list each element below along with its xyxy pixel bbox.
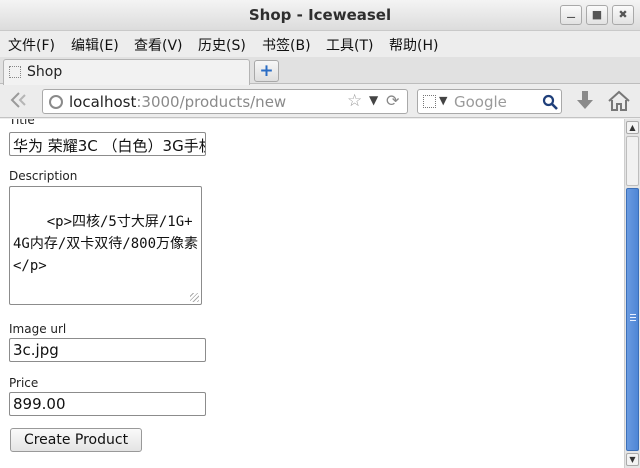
description-textarea[interactable]: <p>四核/5寸大屏/1G+4G内存/双卡双待/800万像素 </p> xyxy=(9,186,202,305)
scroll-thumb[interactable] xyxy=(626,188,639,451)
bookmark-star-icon[interactable]: ☆ xyxy=(347,91,362,111)
home-button[interactable] xyxy=(606,89,634,113)
image-url-input[interactable]: 3c.jpg xyxy=(9,338,206,362)
scroll-track-top[interactable] xyxy=(626,136,639,186)
menu-view[interactable]: 查看(V) xyxy=(134,35,183,55)
title-input[interactable]: 华为 荣耀3C （白色）3G手机 xyxy=(9,132,206,156)
price-input[interactable]: 899.00 xyxy=(9,392,206,416)
navigation-toolbar: localhost:3000/products/new ☆ ▼ ⟳ ▼ Goog… xyxy=(0,85,640,118)
url-path: :3000/products/new xyxy=(136,93,287,111)
history-dropdown-icon[interactable]: ▼ xyxy=(369,93,378,107)
scroll-grip-icon xyxy=(630,314,636,322)
search-bar[interactable]: ▼ Google xyxy=(417,89,562,114)
scroll-up-button[interactable]: ▲ xyxy=(626,121,639,134)
vertical-scrollbar[interactable]: ▲ ▼ xyxy=(624,119,640,468)
back-button[interactable] xyxy=(6,89,34,113)
minimize-button[interactable]: ⚊ xyxy=(560,5,582,25)
scroll-down-button[interactable]: ▼ xyxy=(626,453,639,466)
description-text: <p>四核/5寸大屏/1G+4G内存/双卡双待/800万像素 </p> xyxy=(13,214,199,274)
menu-history[interactable]: 历史(S) xyxy=(198,35,246,55)
back-arrow-icon xyxy=(10,92,26,108)
maximize-icon: ■ xyxy=(591,8,603,21)
close-icon: ✖ xyxy=(618,8,628,21)
price-label: Price xyxy=(9,376,39,390)
scroll-down-icon: ▼ xyxy=(629,455,636,464)
new-tab-button[interactable]: + xyxy=(254,60,279,82)
title-label: Title xyxy=(9,119,35,127)
menu-file[interactable]: 文件(F) xyxy=(8,35,55,55)
tab-shop[interactable]: Shop xyxy=(3,59,250,85)
menu-bar: 文件(F) 编辑(E) 查看(V) 历史(S) 书签(B) 工具(T) 帮助(H… xyxy=(0,32,640,56)
window-titlebar: Shop - Iceweasel ⚊ ■ ✖ xyxy=(0,0,640,31)
menu-help[interactable]: 帮助(H) xyxy=(389,35,438,55)
download-button[interactable] xyxy=(573,89,597,113)
engine-dropdown-icon[interactable]: ▼ xyxy=(439,94,447,107)
search-placeholder: Google xyxy=(454,93,507,111)
search-magnifier-icon[interactable] xyxy=(542,94,558,110)
window-title: Shop - Iceweasel xyxy=(248,6,392,24)
new-tab-plus-icon: + xyxy=(259,61,274,81)
download-icon xyxy=(577,91,593,109)
scroll-track[interactable] xyxy=(626,136,639,451)
scroll-up-icon: ▲ xyxy=(629,123,636,132)
url-host: localhost xyxy=(69,93,137,111)
search-engine-icon[interactable] xyxy=(423,95,436,108)
create-product-button[interactable]: Create Product xyxy=(10,428,142,452)
menu-tools[interactable]: 工具(T) xyxy=(326,35,373,55)
reload-icon[interactable]: ⟳ xyxy=(386,91,399,110)
address-bar[interactable]: localhost:3000/products/new ☆ ▼ ⟳ xyxy=(42,89,408,114)
description-label: Description xyxy=(9,169,78,183)
minimize-icon: ⚊ xyxy=(566,8,576,21)
favicon-placeholder-icon xyxy=(9,66,21,78)
page-content: Title 华为 荣耀3C （白色）3G手机 Description <p>四核… xyxy=(0,119,624,468)
address-url[interactable]: localhost:3000/products/new xyxy=(69,93,286,111)
tab-bar: Shop + xyxy=(0,57,640,85)
maximize-button[interactable]: ■ xyxy=(586,5,608,25)
menu-edit[interactable]: 编辑(E) xyxy=(71,35,119,55)
home-icon xyxy=(608,90,630,111)
close-button[interactable]: ✖ xyxy=(612,5,634,25)
resize-grip-icon[interactable] xyxy=(190,293,199,302)
image-url-label: Image url xyxy=(9,322,67,336)
menu-bookmarks[interactable]: 书签(B) xyxy=(262,35,311,55)
tab-label: Shop xyxy=(27,64,63,80)
globe-icon xyxy=(49,95,63,109)
